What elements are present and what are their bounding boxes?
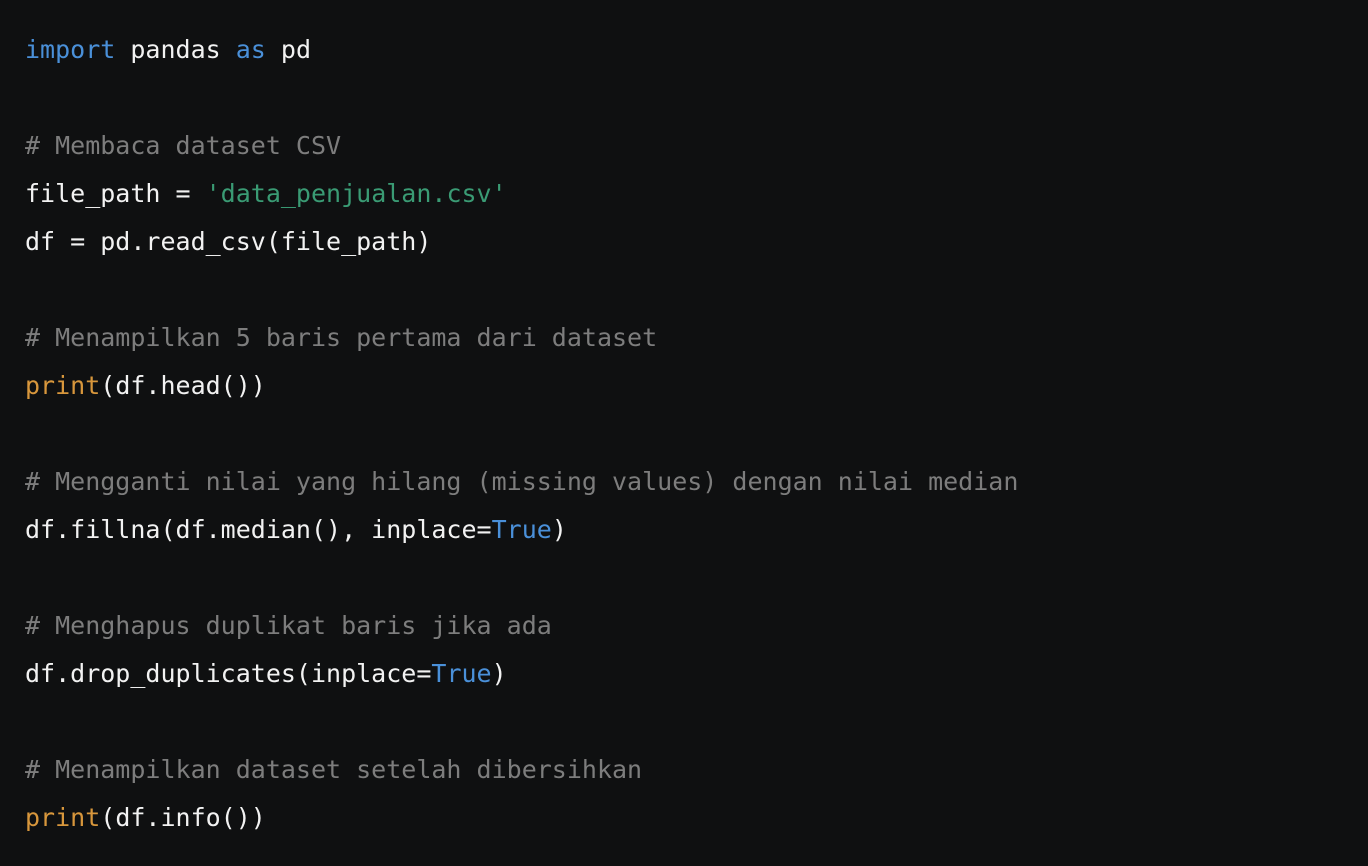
- code-token-plain: ): [551, 515, 567, 544]
- code-line-blank[interactable]: [25, 410, 1368, 458]
- code-line[interactable]: df.fillna(df.median(), inplace=True): [25, 506, 1368, 554]
- code-token-plain: (df.info()): [100, 803, 266, 832]
- code-line[interactable]: df.drop_duplicates(inplace=True): [25, 650, 1368, 698]
- code-token-comment: # Mengganti nilai yang hilang (missing v…: [25, 467, 1019, 496]
- code-line[interactable]: df = pd.read_csv(file_path): [25, 218, 1368, 266]
- code-token-plain: df = pd.read_csv(file_path): [25, 227, 432, 256]
- code-token-comment: # Membaca dataset CSV: [25, 131, 342, 160]
- code-line[interactable]: print(df.info()): [25, 794, 1368, 842]
- code-line[interactable]: print(df.head()): [25, 362, 1368, 410]
- code-token-plain: (df.head()): [100, 371, 266, 400]
- code-token-string: 'data_penjualan.csv': [205, 179, 507, 208]
- code-token-constant: True: [431, 659, 492, 688]
- code-line[interactable]: # Menampilkan dataset setelah dibersihka…: [25, 746, 1368, 794]
- code-token-builtin: print: [25, 803, 101, 832]
- code-token-plain: pd: [265, 35, 311, 64]
- code-token-plain: pandas: [115, 35, 236, 64]
- code-line-blank[interactable]: [25, 698, 1368, 746]
- code-line[interactable]: file_path = 'data_penjualan.csv': [25, 170, 1368, 218]
- code-editor-pane[interactable]: import pandas as pd # Membaca dataset CS…: [0, 0, 1368, 866]
- code-token-comment: # Menampilkan 5 baris pertama dari datas…: [25, 323, 658, 352]
- code-line[interactable]: # Mengganti nilai yang hilang (missing v…: [25, 458, 1368, 506]
- code-token-keyword: import: [25, 35, 116, 64]
- code-token-plain: df.fillna(df.median(), inplace=: [25, 515, 492, 544]
- code-token-builtin: print: [25, 371, 101, 400]
- code-line-blank[interactable]: [25, 266, 1368, 314]
- code-token-constant: True: [491, 515, 552, 544]
- code-token-plain: df.drop_duplicates(inplace=: [25, 659, 432, 688]
- code-line-blank[interactable]: [25, 554, 1368, 602]
- code-line[interactable]: # Menghapus duplikat baris jika ada: [25, 602, 1368, 650]
- code-line[interactable]: import pandas as pd: [25, 26, 1368, 74]
- code-token-comment: # Menghapus duplikat baris jika ada: [25, 611, 552, 640]
- code-token-plain: file_path =: [25, 179, 206, 208]
- code-line-blank[interactable]: [25, 74, 1368, 122]
- code-token-comment: # Menampilkan dataset setelah dibersihka…: [25, 755, 643, 784]
- code-line[interactable]: # Menampilkan 5 baris pertama dari datas…: [25, 314, 1368, 362]
- code-token-keyword: as: [235, 35, 266, 64]
- code-token-plain: ): [491, 659, 507, 688]
- code-line[interactable]: # Membaca dataset CSV: [25, 122, 1368, 170]
